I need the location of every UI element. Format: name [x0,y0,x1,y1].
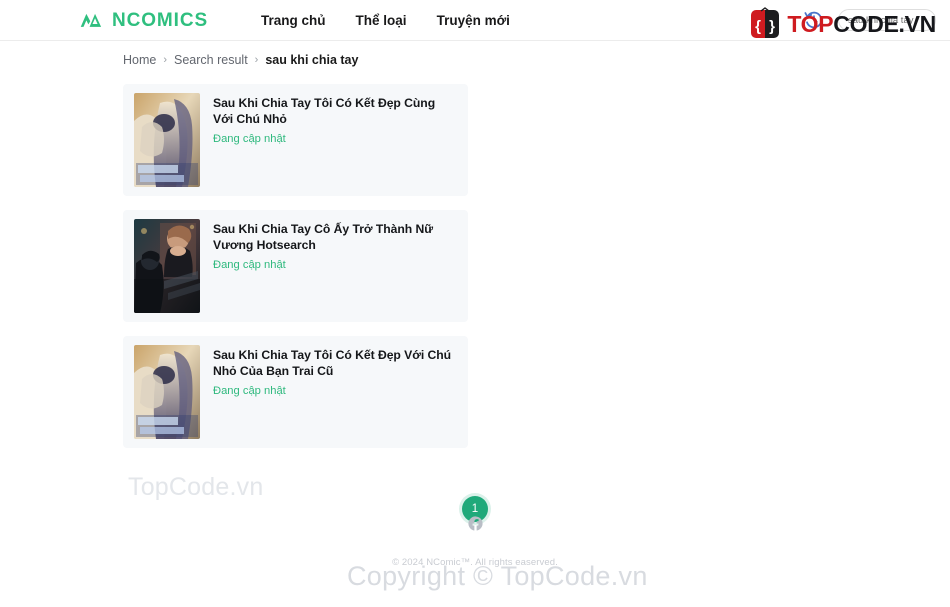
result-card-body: Sau Khi Chia Tay Tôi Có Kết Đẹp Cùng Với… [213,93,457,187]
breadcrumb-separator: › [254,54,259,66]
svg-text:}: } [769,18,775,35]
main-nav: Trang chủ Thể loại Truyện mới [261,13,510,28]
site-header: NCOMICS Trang chủ Thể loại Truyện mới { … [0,0,950,41]
footer-copyright: © 2024 NComic™. All rights easerved. [392,557,558,568]
search-results-grid: Sau Khi Chia Tay Tôi Có Kết Đẹp Cùng Với… [123,84,827,448]
mountain-logo-icon [79,10,105,30]
breadcrumb-item-search-result[interactable]: Search result [174,53,248,67]
comic-cover-thumbnail [134,93,200,187]
result-card[interactable]: Sau Khi Chia Tay Cô Ấy Trở Thành Nữ Vươn… [123,210,468,322]
result-card-body: Sau Khi Chia Tay Tôi Có Kết Đẹp Với Chú … [213,345,457,439]
nav-item-new[interactable]: Truyện mới [437,13,510,28]
facebook-icon[interactable] [467,515,484,532]
nav-item-genres[interactable]: Thể loại [356,13,407,28]
result-status: Đang cập nhật [213,259,286,272]
result-status: Đang cập nhật [213,133,286,146]
result-card-body: Sau Khi Chia Tay Cô Ấy Trở Thành Nữ Vươn… [213,219,457,313]
result-status: Đang cập nhật [213,385,286,398]
breadcrumb-item-home[interactable]: Home [123,53,156,67]
comic-cover-thumbnail [134,345,200,439]
result-title: Sau Khi Chia Tay Tôi Có Kết Đẹp Cùng Với… [213,96,436,126]
history-clock-icon[interactable] [803,9,825,31]
header-actions [803,9,936,31]
breadcrumb: Home › Search result › sau khi chia tay [123,53,950,67]
nav-item-home[interactable]: Trang chủ [261,13,326,28]
search-input[interactable] [848,14,926,26]
result-title: Sau Khi Chia Tay Tôi Có Kết Đẹp Với Chú … [213,348,452,378]
search-box[interactable] [838,9,936,31]
svg-text:{: { [755,18,761,35]
brand-name: NCOMICS [112,9,209,31]
result-card[interactable]: Sau Khi Chia Tay Tôi Có Kết Đẹp Với Chú … [123,336,468,448]
comic-cover-thumbnail [134,219,200,313]
breadcrumb-item-current: sau khi chia tay [265,53,359,67]
brand-logo-link[interactable]: NCOMICS [79,10,208,30]
breadcrumb-separator: › [163,54,168,66]
site-footer: © 2024 NComic™. All rights easerved. [0,497,950,607]
result-card[interactable]: Sau Khi Chia Tay Tôi Có Kết Đẹp Cùng Với… [123,84,468,196]
topcode-brace-icon: { } [748,7,782,41]
result-title: Sau Khi Chia Tay Cô Ấy Trở Thành Nữ Vươn… [213,222,434,252]
